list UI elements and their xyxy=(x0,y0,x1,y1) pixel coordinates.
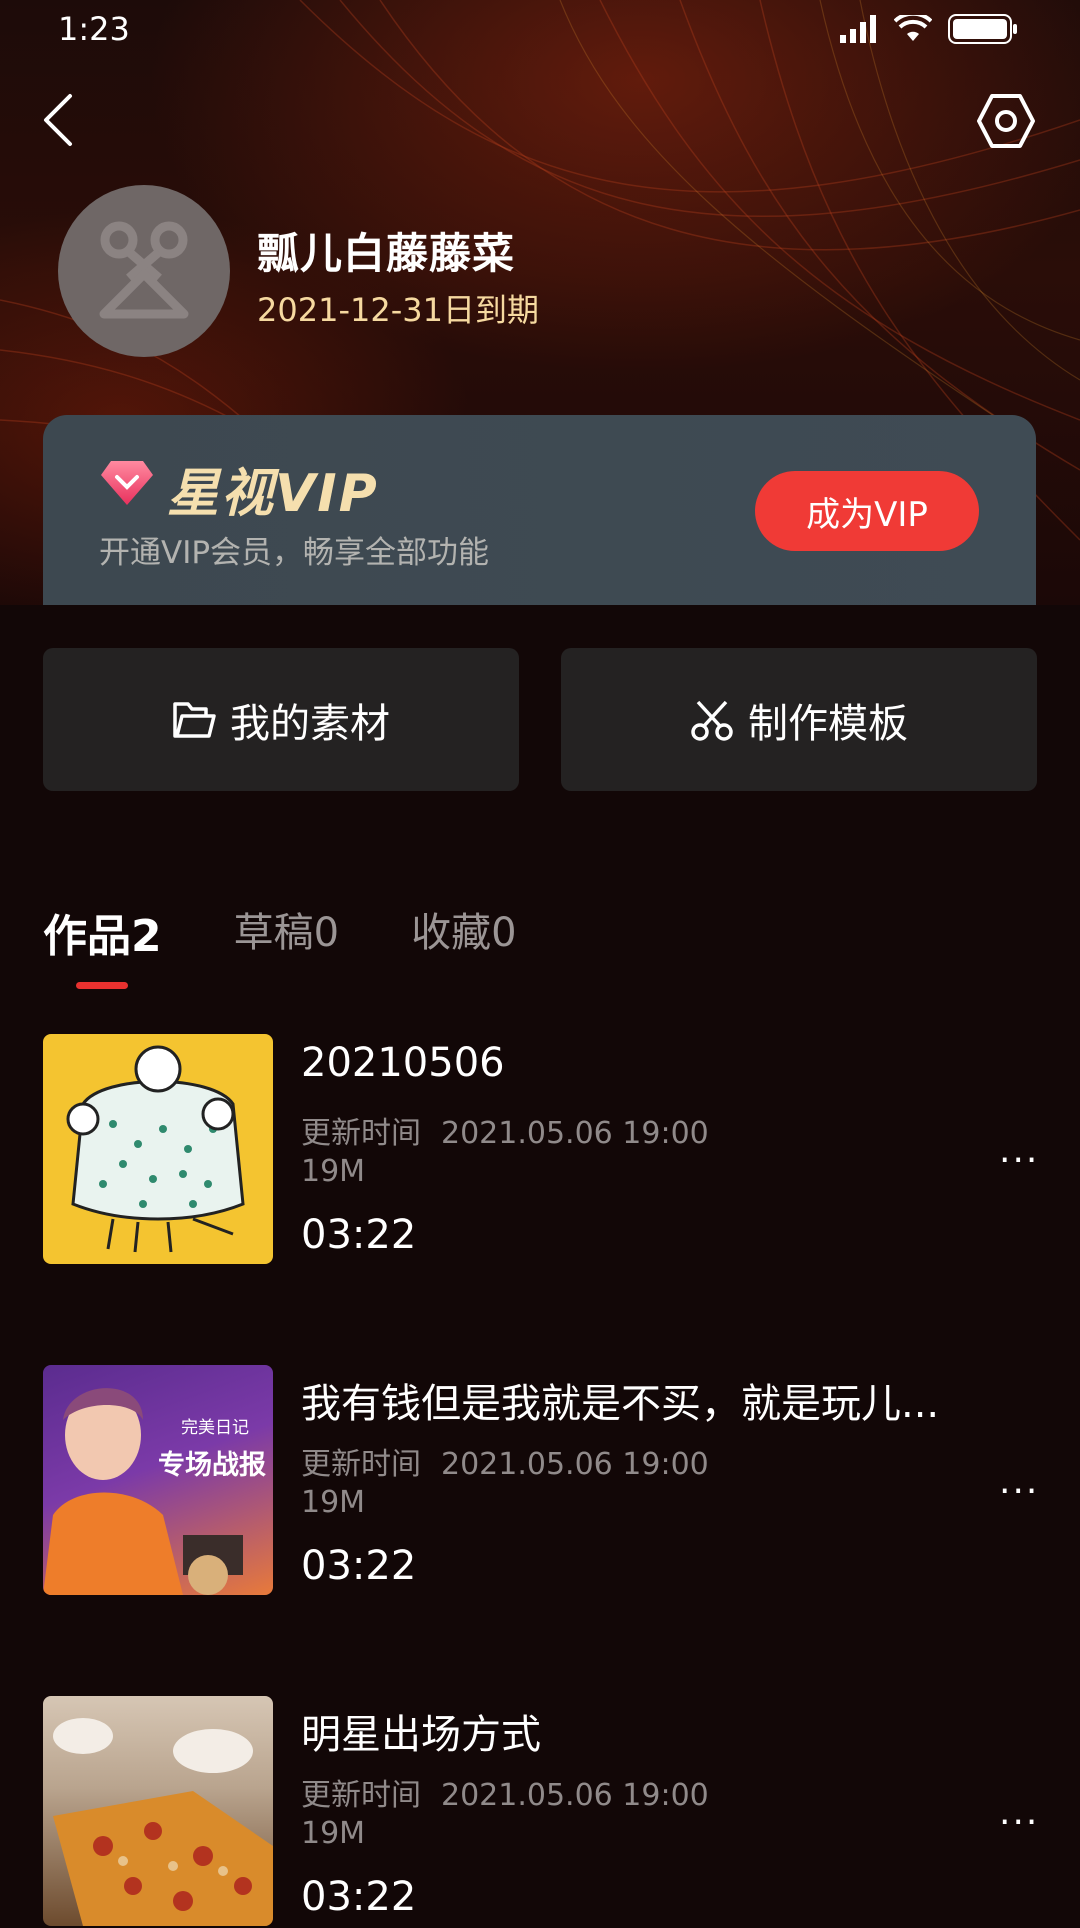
chevron-left-icon xyxy=(44,94,72,146)
work-update-time: 更新时间 2021.05.06 19:00 xyxy=(301,1439,709,1483)
scissors-icon xyxy=(691,700,733,741)
username: 瓢儿白藤藤菜 xyxy=(257,229,516,278)
list-item[interactable]: 明星出场方式 更新时间 2021.05.06 19:00 19M 03:22 ··… xyxy=(43,1696,1037,1928)
work-thumbnail xyxy=(43,1696,273,1926)
more-options-button[interactable]: ··· xyxy=(999,1802,1039,1843)
update-time-label: 更新时间 xyxy=(301,1116,421,1151)
work-thumbnail xyxy=(43,1034,273,1264)
avatar[interactable] xyxy=(58,185,230,357)
tab-favorites[interactable]: 收藏0 xyxy=(411,900,516,964)
signal-icon xyxy=(840,15,876,43)
list-item[interactable]: 20210506 更新时间 2021.05.06 19:00 19M 03:22 … xyxy=(43,1034,1037,1266)
list-item[interactable]: 完美日记 专场战报 我有钱但是我就是不买，就是玩儿... 更新时间 2021.05… xyxy=(43,1365,1037,1597)
thumbnail-brand-text: 完美日记 xyxy=(181,1418,249,1438)
vip-card[interactable]: 星视VIP 开通VIP会员，畅享全部功能 成为VIP xyxy=(43,415,1036,605)
settings-button[interactable] xyxy=(976,92,1036,150)
work-size: 19M xyxy=(301,1485,366,1520)
work-update-time: 更新时间 2021.05.06 19:00 xyxy=(301,1108,709,1152)
vip-expiry-date: 2021-12-31日到期 xyxy=(257,291,539,329)
tab-active-indicator xyxy=(76,982,128,989)
update-time-value: 2021.05.06 19:00 xyxy=(441,1116,709,1151)
my-materials-button[interactable]: 我的素材 xyxy=(43,648,519,791)
folder-icon xyxy=(173,701,216,738)
status-time: 1:23 xyxy=(58,10,130,48)
work-duration: 03:22 xyxy=(301,1543,417,1589)
more-options-button[interactable]: ··· xyxy=(999,1471,1039,1512)
diamond-icon xyxy=(101,461,153,505)
become-vip-button[interactable]: 成为VIP xyxy=(755,471,979,551)
make-template-label: 制作模板 xyxy=(748,700,908,747)
settings-hex-icon xyxy=(977,94,1035,148)
update-time-value: 2021.05.06 19:00 xyxy=(441,1778,709,1813)
scissors-logo-icon xyxy=(99,221,189,319)
vip-subtitle: 开通VIP会员，畅享全部功能 xyxy=(99,535,490,571)
works-tabs: 作品2 草稿0 收藏0 xyxy=(43,900,589,964)
make-template-button[interactable]: 制作模板 xyxy=(561,648,1037,791)
work-thumbnail: 完美日记 专场战报 xyxy=(43,1365,273,1595)
work-size: 19M xyxy=(301,1816,366,1851)
work-duration: 03:22 xyxy=(301,1212,417,1258)
more-options-button[interactable]: ··· xyxy=(999,1140,1039,1181)
tab-drafts[interactable]: 草稿0 xyxy=(234,900,339,964)
tab-works[interactable]: 作品2 xyxy=(43,900,162,964)
back-button[interactable] xyxy=(36,88,80,152)
update-time-value: 2021.05.06 19:00 xyxy=(441,1447,709,1482)
work-title: 我有钱但是我就是不买，就是玩儿... xyxy=(301,1381,940,1427)
work-update-time: 更新时间 2021.05.06 19:00 xyxy=(301,1770,709,1814)
work-size: 19M xyxy=(301,1154,366,1189)
status-icons xyxy=(840,14,1018,44)
thumbnail-main-text: 专场战报 xyxy=(158,1450,266,1481)
work-title: 20210506 xyxy=(301,1040,505,1086)
work-duration: 03:22 xyxy=(301,1874,417,1920)
wifi-icon xyxy=(894,15,932,41)
update-time-label: 更新时间 xyxy=(301,1778,421,1813)
update-time-label: 更新时间 xyxy=(301,1447,421,1482)
battery-icon xyxy=(948,14,1017,44)
vip-title: 星视VIP xyxy=(167,464,379,524)
my-materials-label: 我的素材 xyxy=(230,700,390,747)
work-title: 明星出场方式 xyxy=(301,1712,541,1758)
